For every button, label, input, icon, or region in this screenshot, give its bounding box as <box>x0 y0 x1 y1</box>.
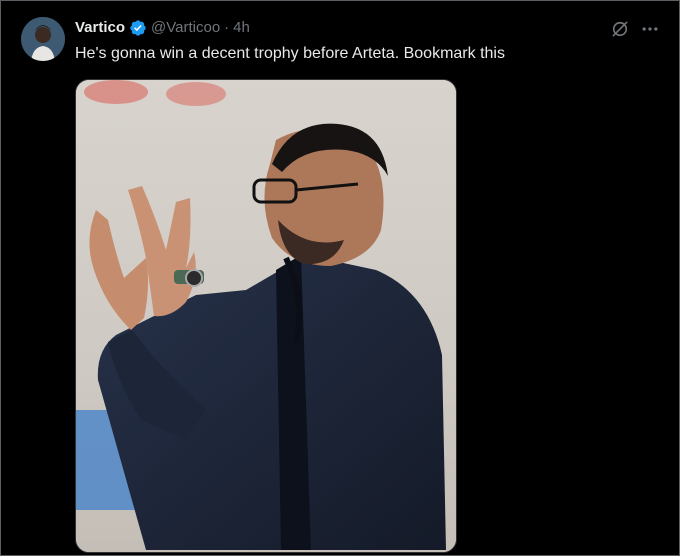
tweet-text: He's gonna win a decent trophy before Ar… <box>75 45 505 62</box>
avatar[interactable] <box>21 17 65 61</box>
author-name[interactable]: Vartico <box>75 18 125 38</box>
more-icon[interactable] <box>639 18 661 40</box>
timestamp[interactable]: 4h <box>233 18 250 38</box>
tweet-card[interactable]: Vartico @Varticoo · 4h He's gonna win a … <box>0 0 680 556</box>
verified-badge-icon <box>129 19 147 37</box>
tweet-media-image[interactable] <box>75 79 457 553</box>
tweet-header: Vartico @Varticoo · 4h <box>75 18 250 38</box>
separator-dot: · <box>224 19 230 36</box>
author-handle[interactable]: @Varticoo <box>151 18 220 38</box>
grok-icon[interactable] <box>609 18 631 40</box>
